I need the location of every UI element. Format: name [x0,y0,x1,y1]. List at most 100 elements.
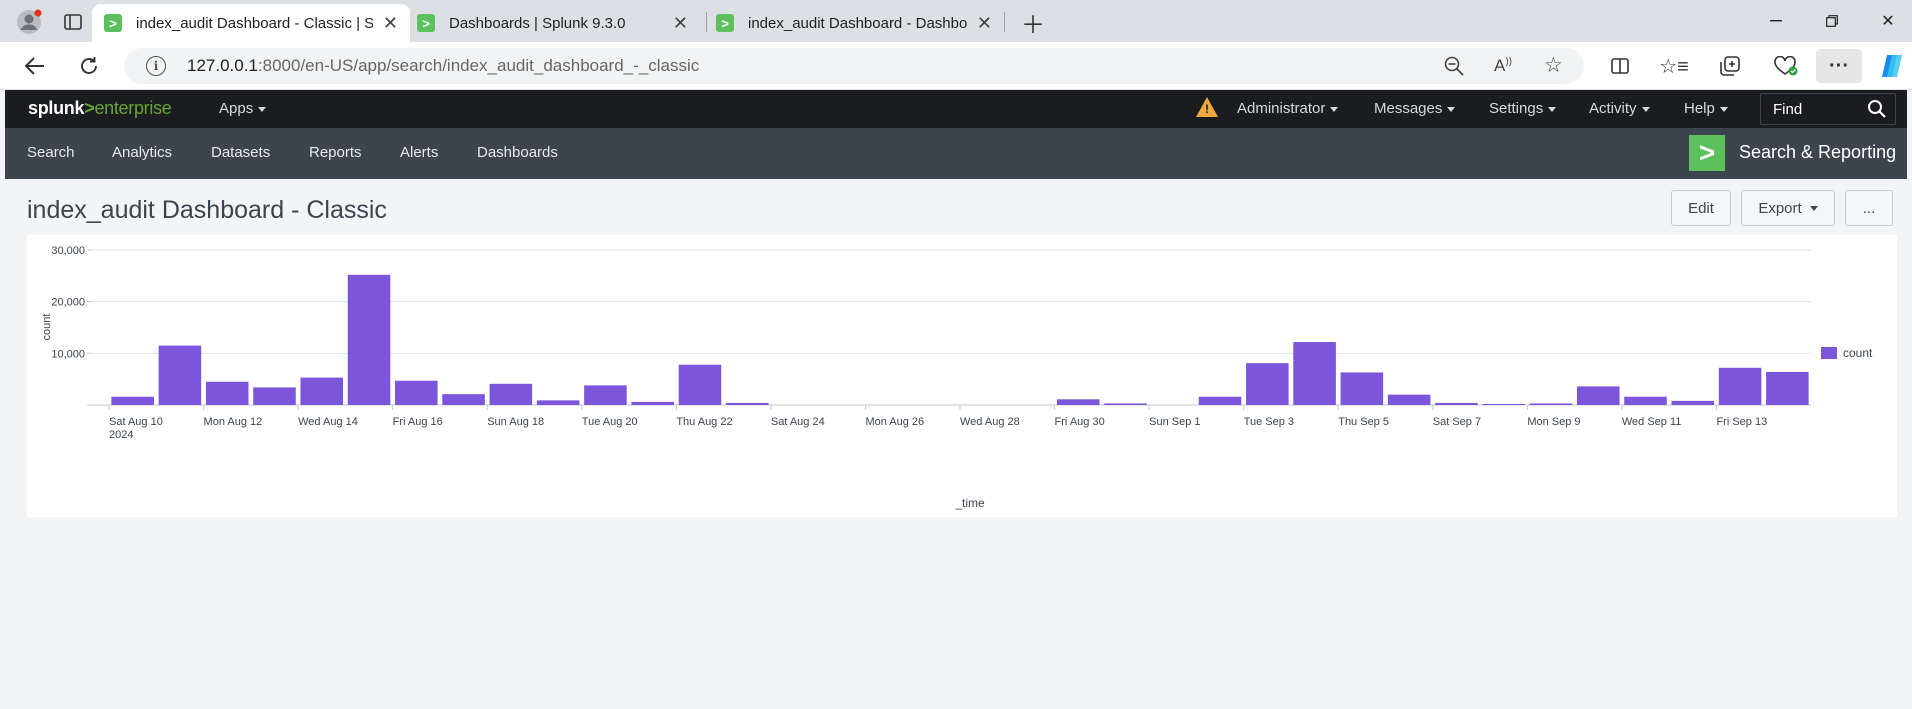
chart-bar[interactable] [347,274,391,405]
legend-swatch [1821,347,1837,359]
chart-bar[interactable] [1766,371,1809,405]
nav-alerts[interactable]: Alerts [400,144,438,161]
splunk-header: splunk>enterprise Apps ! Administrator M… [5,90,1907,128]
user-menu[interactable]: Administrator [1237,100,1339,117]
reload-icon[interactable] [74,52,104,80]
messages-menu-label: Messages [1374,100,1443,117]
favorites-list-icon[interactable]: ☆≡ [1658,52,1690,80]
chart-bar[interactable] [1435,402,1478,405]
favorite-star-icon[interactable]: ☆ [1544,53,1563,78]
more-menu-icon[interactable]: ··· [1816,49,1862,83]
export-button[interactable]: Export [1741,190,1835,226]
chart-bar[interactable] [678,364,722,405]
tab-dashboards[interactable]: > Dashboards | Splunk 9.3.0 ✕ [405,4,700,42]
minimize-icon[interactable] [1754,8,1798,34]
chart-bar[interactable] [536,400,580,405]
user-menu-label: Administrator [1237,100,1326,117]
chart-bar[interactable] [1246,363,1289,405]
back-arrow-icon[interactable] [20,52,50,80]
chart-bar[interactable] [1482,403,1525,405]
search-icon[interactable] [1867,99,1887,119]
chart-bar[interactable] [158,345,202,405]
app-logo-icon: > [1689,135,1725,171]
y-axis-label: count [41,314,53,341]
logo-word: splunk [28,98,85,118]
warning-icon[interactable]: ! [1196,97,1218,117]
chart-bar[interactable] [395,380,438,405]
url-text[interactable]: 127.0.0.1:8000/en-US/app/search/index_au… [187,56,699,76]
url-bar[interactable]: i 127.0.0.1:8000/en-US/app/search/index_… [124,48,1584,84]
x-tick-label: Fri Aug 30 [1055,416,1105,428]
find-input[interactable]: Find [1760,93,1896,125]
chart-bar[interactable] [111,396,154,405]
x-tick-label: Mon Sep 9 [1527,416,1580,428]
chart-bar[interactable] [253,387,296,405]
x-tick-label: Fri Aug 16 [393,416,443,428]
chart-bar[interactable] [300,377,344,405]
zoom-out-icon[interactable] [1444,56,1464,81]
tab-title: Dashboards | Splunk 9.3.0 [449,14,626,32]
help-menu[interactable]: Help [1684,100,1728,117]
chart-bar[interactable] [584,385,627,405]
chart-bar[interactable] [1198,396,1242,405]
nav-reports[interactable]: Reports [309,144,362,161]
chart-bar[interactable] [1718,367,1762,405]
collections-icon[interactable] [1714,52,1746,80]
more-actions-label: ... [1862,199,1876,217]
chart-bar[interactable] [205,381,249,405]
settings-menu[interactable]: Settings [1489,100,1557,117]
site-info-icon[interactable]: i [146,56,166,76]
close-tab-icon[interactable]: ✕ [383,13,398,34]
tab-classic-dashboard[interactable]: > index_audit Dashboard - Classic | Splu… [92,4,410,42]
chart-bar[interactable] [489,383,533,405]
chart-bar[interactable] [442,394,485,405]
close-tab-icon[interactable]: ✕ [977,13,992,34]
chart-bar[interactable] [725,402,769,405]
activity-menu[interactable]: Activity [1589,100,1650,117]
caret-down-icon [1719,106,1728,112]
profile-avatar-icon[interactable] [14,8,44,36]
browser-essentials-icon[interactable] [1770,52,1802,80]
messages-menu[interactable]: Messages [1374,100,1456,117]
edit-button[interactable]: Edit [1671,190,1731,226]
edit-button-label: Edit [1688,199,1714,217]
copilot-icon[interactable] [1876,52,1908,80]
nav-search[interactable]: Search [27,144,75,161]
x-tick-label: Sat Sep 7 [1433,416,1481,428]
chart-bar[interactable] [1576,386,1620,405]
splunk-logo[interactable]: splunk>enterprise [28,98,172,119]
more-actions-button[interactable]: ... [1845,190,1893,226]
page-title: index_audit Dashboard - Classic [27,196,387,224]
nav-datasets[interactable]: Datasets [211,144,270,161]
read-aloud-icon[interactable]: A)) [1494,56,1512,76]
split-screen-icon[interactable] [1604,52,1636,80]
browser-address-bar: i 127.0.0.1:8000/en-US/app/search/index_… [0,42,1912,90]
chart-bar[interactable] [1671,400,1715,405]
chart-bar[interactable] [1104,403,1147,405]
restore-icon[interactable] [1810,8,1854,34]
tab-studio-dashboard[interactable]: > index_audit Dashboard - Dashboard Stud… [704,4,1004,42]
chart-bar[interactable] [1056,399,1100,405]
app-name[interactable]: Search & Reporting [1739,142,1896,163]
new-tab-plus-icon[interactable]: ＋ [1018,8,1048,39]
chart-bar[interactable] [1387,394,1431,405]
chart-bar[interactable] [1293,341,1336,405]
caret-down-icon [1447,106,1456,112]
chart-panel: 30,000 20,000 10,000 Sat Aug 10 2024 Mon Aug… [27,235,1897,517]
close-tab-icon[interactable]: ✕ [673,13,688,34]
chart-bars [111,274,1809,405]
chart-bar[interactable] [1529,403,1573,405]
tab-actions-icon[interactable] [58,8,88,36]
nav-dashboards[interactable]: Dashboards [477,144,558,161]
close-window-icon[interactable]: ✕ [1866,8,1910,34]
nav-analytics[interactable]: Analytics [112,144,172,161]
browser-tab-bar: > index_audit Dashboard - Classic | Splu… [0,0,1912,42]
chart-bar[interactable] [1624,396,1667,405]
chart-bar[interactable] [631,401,674,405]
x-tick-label: Sat Aug 24 [771,416,825,428]
x-tick-label: Thu Sep 5 [1338,416,1389,428]
url-path: :8000/en-US/app/search/index_audit_dashb… [257,56,700,75]
apps-menu[interactable]: Apps [219,100,267,117]
chart-bar[interactable] [1340,372,1384,405]
splunk-favicon-icon: > [104,14,122,32]
